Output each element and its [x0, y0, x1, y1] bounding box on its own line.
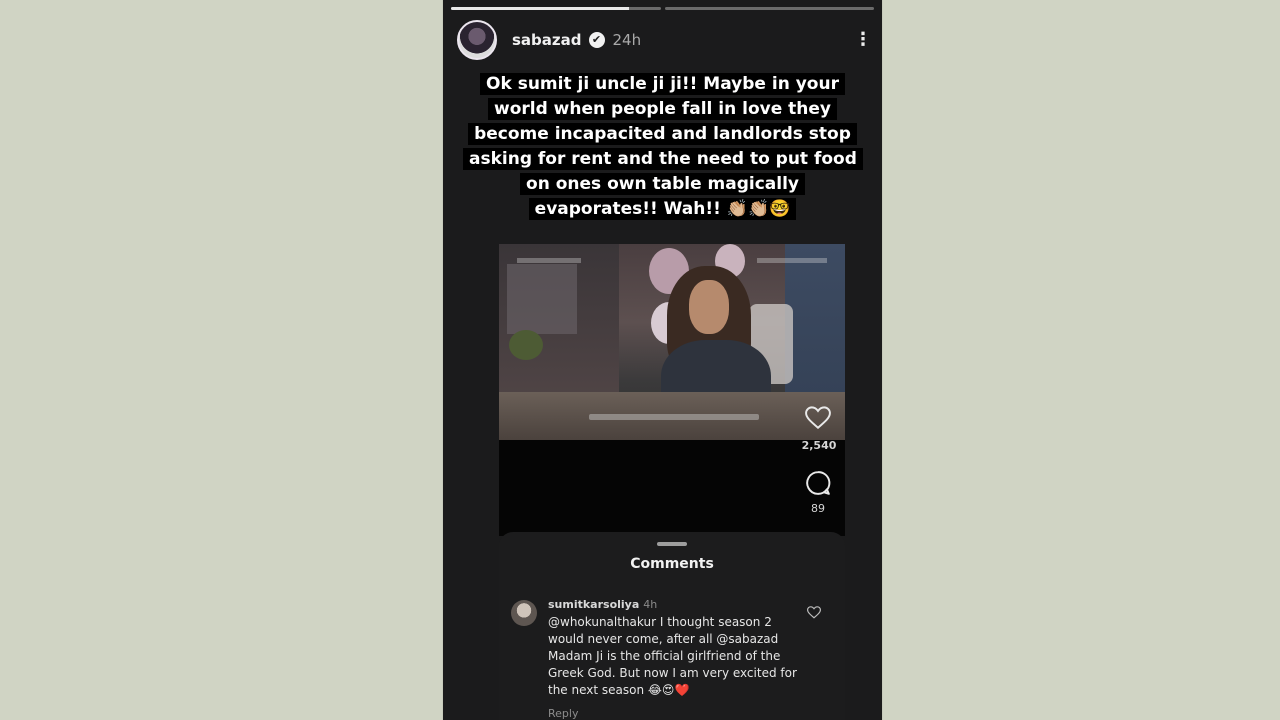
sheet-drag-handle[interactable]	[657, 542, 687, 546]
story-timestamp: 24h	[612, 31, 642, 49]
shared-post-image[interactable]	[499, 244, 845, 440]
comment-time: 4h	[643, 598, 658, 611]
image-subtitle-bar	[589, 414, 759, 420]
image-person-face	[689, 280, 729, 334]
story-header: sabazad ✔ 24h ⋮	[457, 20, 872, 60]
comments-sheet: Comments sumitkarsoliya 4h @whokunalthaku…	[499, 532, 845, 720]
image-watermark	[757, 258, 827, 263]
image-plant	[509, 330, 543, 360]
avatar[interactable]	[457, 20, 497, 60]
comment-count: 89	[811, 502, 825, 515]
image-watermark	[517, 258, 581, 263]
reply-link[interactable]: Reply	[548, 707, 578, 720]
story-progress-bar	[451, 7, 874, 10]
comment-like-heart-icon[interactable]	[807, 606, 821, 619]
comments-title: Comments	[630, 556, 714, 572]
story-username[interactable]: sabazad	[512, 31, 582, 49]
commenter-avatar[interactable]	[511, 600, 537, 626]
progress-segment-2	[664, 7, 874, 10]
heart-icon[interactable]	[805, 406, 831, 430]
image-bg-window	[507, 264, 577, 334]
post-footer-area	[499, 440, 845, 536]
story-viewer[interactable]: sabazad ✔ 24h ⋮ Ok sumit ji uncle ji ji!…	[443, 0, 882, 720]
commenter-username[interactable]: sumitkarsoliya	[548, 598, 639, 611]
comment-icon[interactable]	[805, 470, 831, 496]
progress-fill-1	[451, 7, 630, 10]
verified-badge-icon: ✔	[588, 32, 605, 48]
more-options-icon[interactable]: ⋮	[854, 31, 872, 49]
story-caption-text: Ok sumit ji uncle ji ji!! Maybe in your …	[463, 73, 863, 220]
story-caption: Ok sumit ji uncle ji ji!! Maybe in your …	[463, 72, 863, 222]
like-count: 2,540	[801, 439, 837, 452]
progress-segment-1	[451, 7, 661, 10]
commenter-line: sumitkarsoliya 4h	[548, 598, 657, 611]
image-bg-right	[785, 244, 845, 394]
comment-text: @whokunalthakur I thought season 2 would…	[548, 615, 797, 697]
